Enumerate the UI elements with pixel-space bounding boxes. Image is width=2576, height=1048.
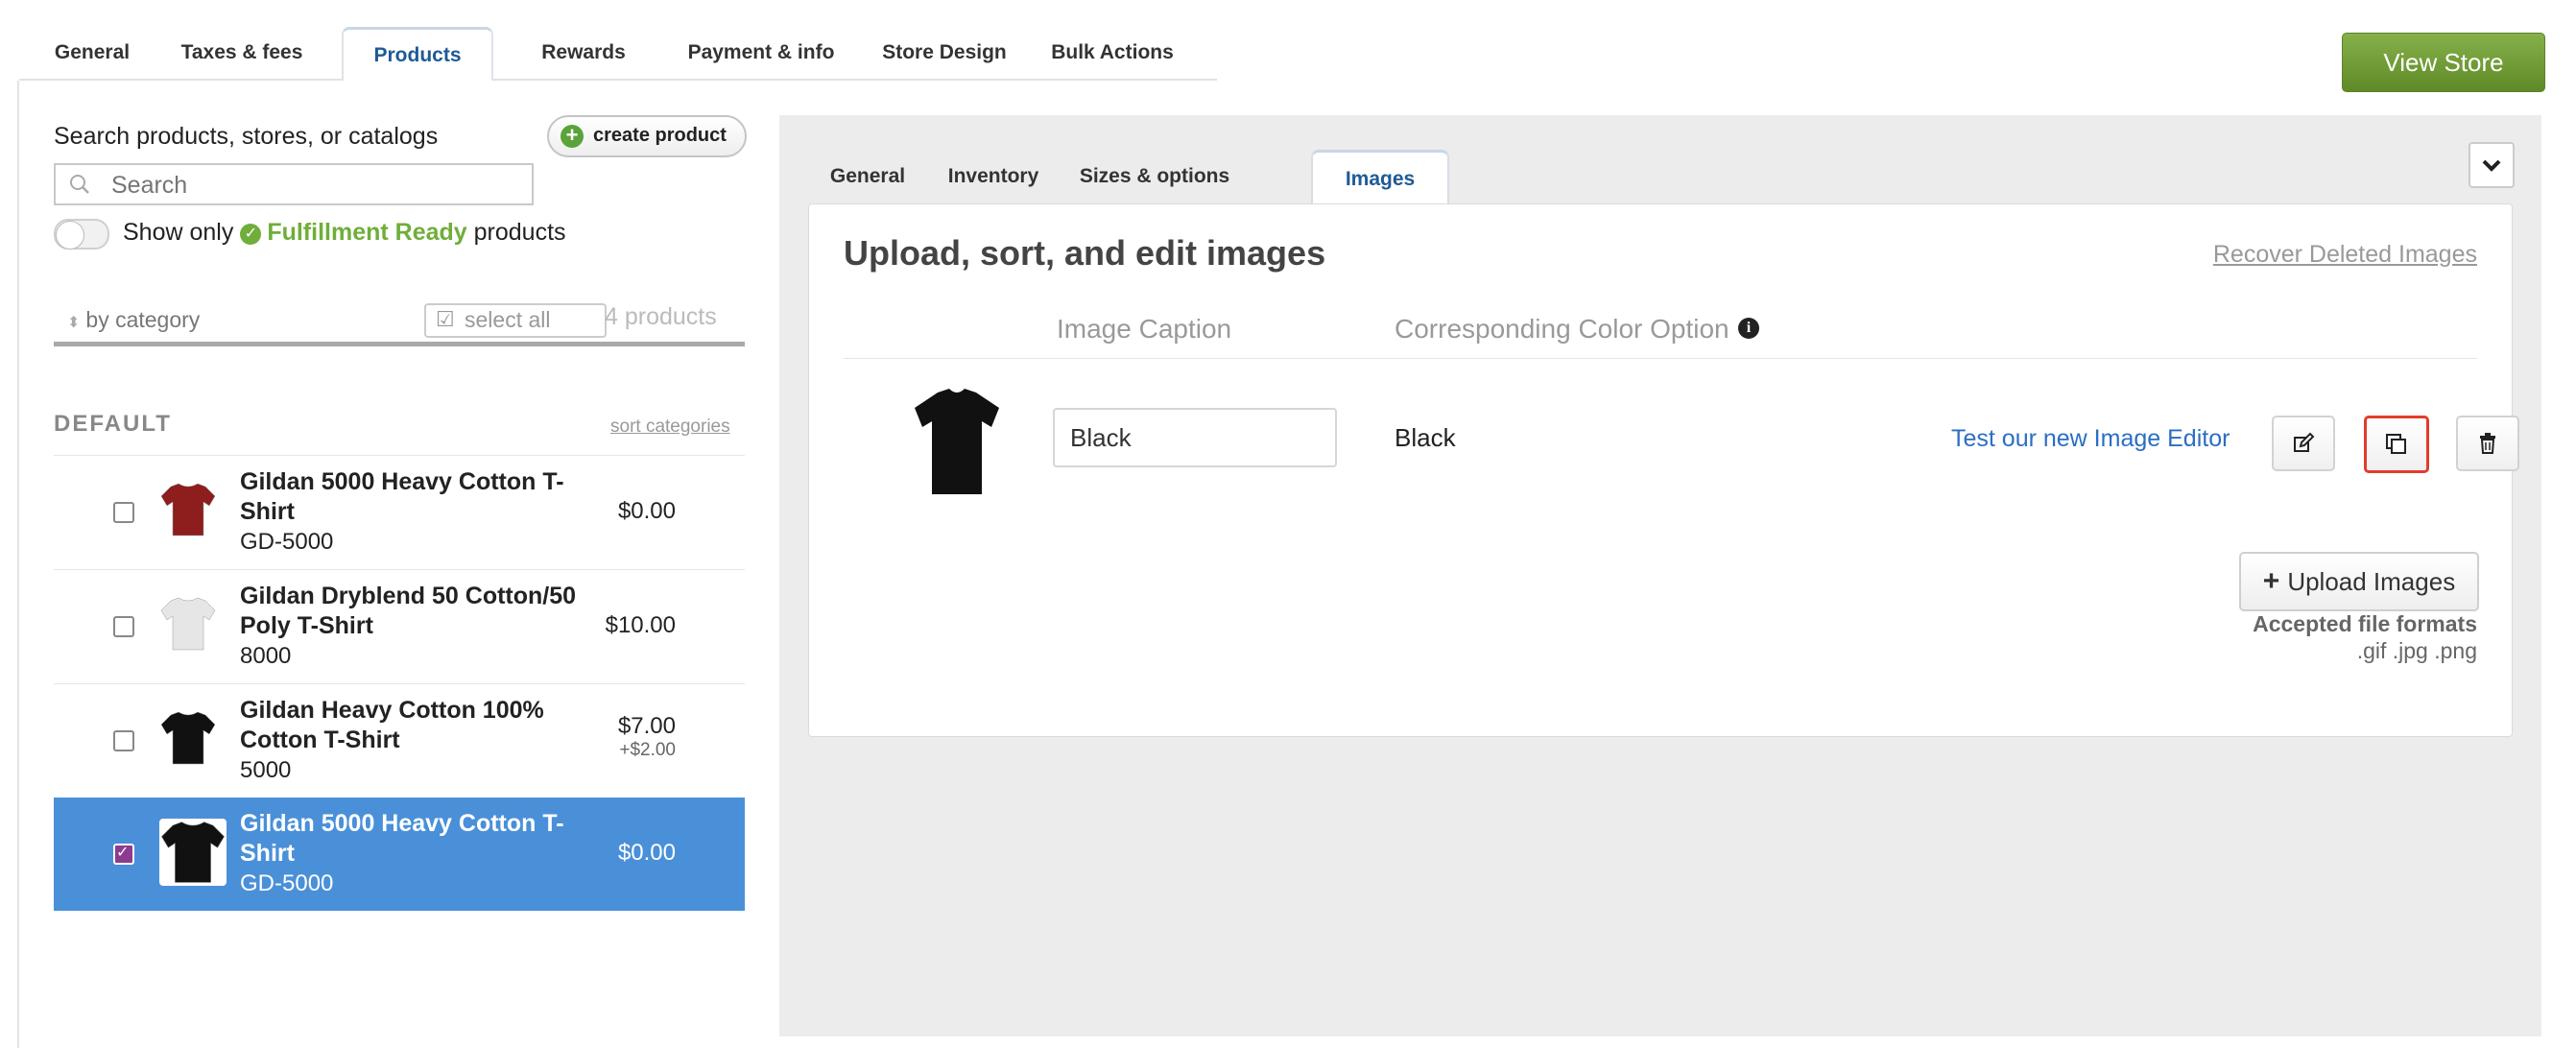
product-price: $7.00 +$2.00: [618, 713, 676, 761]
product-name: Gildan 5000 Heavy Cotton T-Shirt: [240, 810, 564, 867]
color-option-value: Black: [1395, 423, 1456, 452]
edit-image-button[interactable]: [2272, 416, 2335, 471]
upload-images-button[interactable]: + Upload Images: [2239, 552, 2479, 611]
product-thumbnail: [160, 711, 216, 765]
upload-images-label: Upload Images: [2287, 567, 2456, 596]
accepted-formats-list: .gif .jpg .png: [2356, 638, 2477, 663]
search-icon: [70, 175, 89, 194]
check-circle-icon: ✓: [240, 224, 262, 245]
create-product-label: create product: [593, 125, 727, 146]
product-checkbox[interactable]: [113, 502, 134, 523]
toggle-knob: [56, 221, 84, 250]
tshirt-shape: [915, 389, 999, 494]
view-store-button[interactable]: View Store: [2342, 33, 2545, 92]
tab-general[interactable]: General: [33, 27, 152, 79]
edit-icon: [2294, 432, 2315, 452]
delete-image-button[interactable]: [2456, 416, 2519, 471]
images-card-title: Upload, sort, and edit images: [844, 233, 1326, 273]
checkbox-icon: ☑: [436, 307, 455, 331]
product-row[interactable]: Gildan Dryblend 50 Cotton/50 Poly T-Shir…: [54, 569, 745, 683]
duplicate-image-button[interactable]: [2364, 416, 2429, 473]
product-sku: GD-5000: [240, 529, 334, 555]
product-price-value: $10.00: [605, 612, 676, 638]
trash-icon: [2480, 433, 2495, 454]
product-sku: GD-5000: [240, 870, 334, 896]
fulfillment-ready-text: Fulfillment Ready: [267, 219, 467, 246]
tshirt-shape: [160, 711, 216, 765]
category-heading: DEFAULT: [54, 411, 172, 437]
tab-bulk-actions[interactable]: Bulk Actions: [1040, 27, 1184, 79]
store-settings-tabs: General Taxes & fees Products Rewards Pa…: [19, 27, 1217, 82]
create-product-button[interactable]: + create product: [547, 115, 747, 157]
tshirt-shape: [160, 597, 216, 651]
product-thumbnail: [160, 483, 216, 536]
product-price-value: $0.00: [617, 498, 676, 524]
select-all-label: select all: [465, 307, 551, 332]
image-editor-link[interactable]: Test our new Image Editor: [1951, 425, 2230, 453]
show-only-label: Show only ✓ Fulfillment Ready products: [123, 219, 566, 247]
by-category-sort[interactable]: ⬍ by category: [67, 307, 200, 333]
recover-deleted-images-link[interactable]: Recover Deleted Images: [2213, 241, 2477, 269]
search-box: [54, 163, 534, 205]
select-all-button[interactable]: ☑ select all: [424, 303, 607, 338]
product-row[interactable]: Gildan 5000 Heavy Cotton T-Shirt GD-5000 $…: [54, 798, 745, 911]
copy-icon: [2386, 434, 2406, 454]
tab-rewards[interactable]: Rewards: [511, 27, 656, 79]
tab-sizes-options[interactable]: Sizes & options: [1067, 150, 1242, 203]
plus-circle-icon: +: [561, 125, 584, 148]
product-checkbox[interactable]: [113, 730, 134, 751]
product-list: Gildan 5000 Heavy Cotton T-Shirt GD-5000 $…: [54, 455, 745, 911]
by-category-label: by category: [85, 307, 201, 332]
product-name: Gildan Heavy Cotton 100% Cotton T-Shirt: [240, 697, 544, 753]
product-sku: 5000: [240, 757, 292, 783]
tab-taxes-fees[interactable]: Taxes & fees: [165, 27, 319, 79]
product-count: 4 products: [605, 303, 717, 330]
plus-icon: +: [2262, 565, 2280, 597]
product-sku: 8000: [240, 643, 292, 669]
info-icon[interactable]: i: [1738, 318, 1759, 339]
accepted-formats-label: Accepted file formats: [2253, 611, 2477, 636]
product-price-value: $0.00: [617, 840, 676, 866]
tab-products[interactable]: Products: [342, 27, 493, 82]
images-card: Upload, sort, and edit images Recover De…: [808, 203, 2519, 737]
collapse-button[interactable]: [2469, 142, 2515, 188]
tab-general[interactable]: General: [808, 150, 927, 203]
tab-store-design[interactable]: Store Design: [868, 27, 1021, 79]
product-thumbnail: [160, 597, 216, 651]
tshirt-shape: [160, 483, 216, 536]
product-row[interactable]: Gildan 5000 Heavy Cotton T-Shirt GD-5000 $…: [54, 455, 745, 569]
product-row[interactable]: Gildan Heavy Cotton 100% Cotton T-Shirt 5…: [54, 683, 745, 798]
color-option-header: Corresponding Color Option: [1395, 314, 1729, 344]
product-image: [915, 389, 999, 494]
search-title: Search products, stores, or catalogs: [54, 123, 439, 150]
tshirt-shape: [160, 822, 226, 883]
product-price-value: $7.00: [617, 713, 676, 739]
chevron-down-icon: [2482, 159, 2501, 172]
product-checkbox[interactable]: [113, 616, 134, 637]
show-only-suffix: products: [473, 219, 566, 246]
sort-updown-icon: ⬍: [67, 315, 81, 331]
product-price-extra: +$2.00: [619, 740, 676, 760]
product-price: $10.00: [606, 612, 676, 639]
tab-payment-info[interactable]: Payment & info: [672, 27, 850, 79]
tab-images[interactable]: Images: [1311, 150, 1449, 206]
product-price: $0.00: [618, 840, 676, 867]
product-price: $0.00: [618, 498, 676, 525]
sort-categories-link[interactable]: sort categories: [610, 417, 730, 438]
product-name: Gildan 5000 Heavy Cotton T-Shirt: [240, 468, 564, 525]
product-thumbnail: [159, 819, 227, 886]
fulfillment-ready-toggle[interactable]: [54, 219, 109, 250]
product-name: Gildan Dryblend 50 Cotton/50 Poly T-Shir…: [240, 583, 577, 639]
image-caption-header: Image Caption: [1057, 314, 1232, 344]
product-checkbox[interactable]: [113, 843, 134, 865]
divider: [844, 358, 2477, 359]
search-input[interactable]: [109, 169, 516, 202]
left-panel-border: [17, 81, 19, 1048]
show-only-prefix: Show only: [123, 219, 234, 246]
divider: [54, 342, 745, 346]
image-caption-input[interactable]: [1053, 408, 1337, 467]
tab-inventory[interactable]: Inventory: [933, 150, 1054, 203]
